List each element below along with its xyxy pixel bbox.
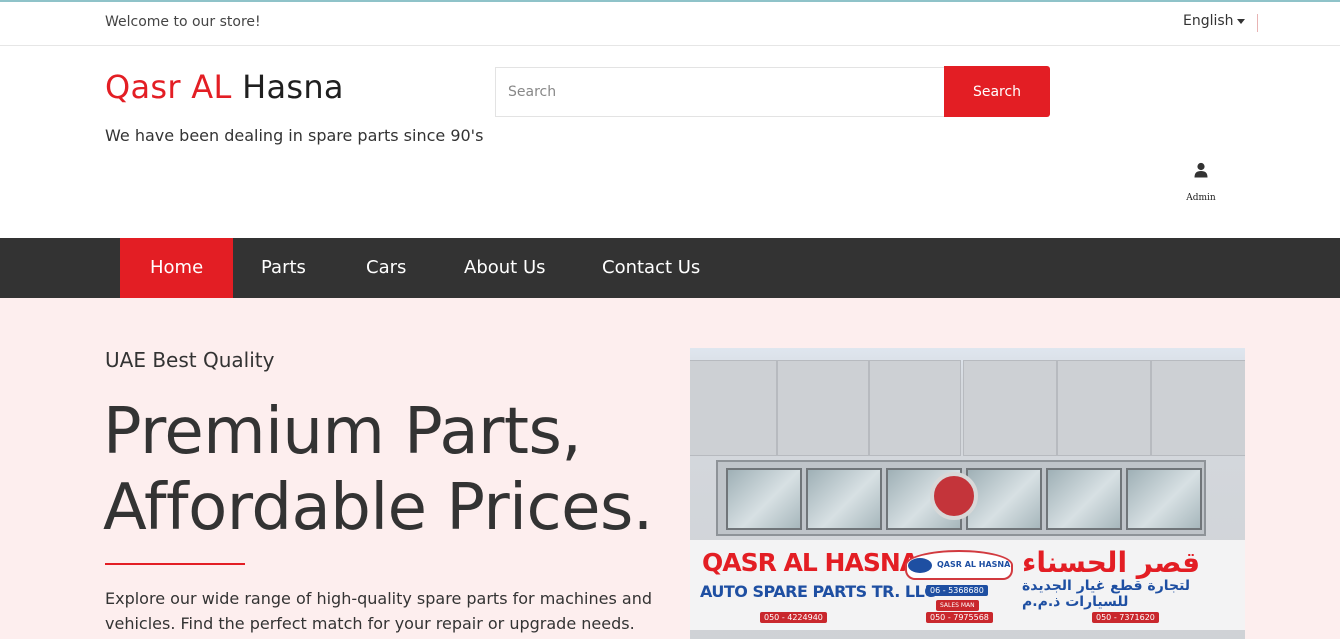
nav-item-cars[interactable]: Cars (336, 238, 436, 298)
brand-name-dark: Hasna (242, 68, 344, 106)
language-selector[interactable]: English (1183, 13, 1245, 29)
window-pane (1126, 468, 1202, 530)
sign-subtitle: AUTO SPARE PARTS TR. LLC (700, 582, 936, 601)
facade-panel (869, 360, 961, 456)
storefront-windows (716, 460, 1206, 536)
window-pane (1046, 468, 1122, 530)
nav-item-parts[interactable]: Parts (231, 238, 336, 298)
sign-phone: 050 - 7975568 (926, 612, 993, 623)
nav-item-about-us[interactable]: About Us (434, 238, 576, 298)
window-pane (806, 468, 882, 530)
sign-arabic-subtitle: لتجارة قطع غيار الجديدة للسيارات ذ.م.م (1022, 578, 1191, 610)
sign-sales-label: SALES MAN (936, 600, 979, 611)
sign-logo-mark (908, 558, 932, 573)
search-button[interactable]: Search (944, 66, 1050, 117)
facade-panel (690, 360, 777, 456)
brand-name-red: Qasr AL (105, 68, 232, 106)
top-bar: Welcome to our store! English (0, 0, 1340, 46)
shop-sign: QASR AL HASNA AUTO SPARE PARTS TR. LLC Q… (690, 540, 1245, 630)
hero-section: UAE Best Quality Premium Parts, Affordab… (0, 298, 1340, 639)
user-icon (1194, 162, 1208, 178)
search-input[interactable] (495, 67, 945, 117)
hero-description: Explore our wide range of high-quality s… (105, 589, 652, 633)
nav-item-contact-us[interactable]: Contact Us (572, 238, 730, 298)
facade-panel (963, 360, 1057, 456)
caret-down-icon (1236, 18, 1245, 24)
facade-panel (1057, 360, 1151, 456)
sign-logo-text: QASR AL HASNA (937, 560, 1011, 569)
account-link[interactable]: Admin (1180, 162, 1222, 203)
window-pane (726, 468, 802, 530)
storefront-image: QASR AL HASNA AUTO SPARE PARTS TR. LLC Q… (690, 348, 1245, 639)
sign-title: QASR AL HASNA (702, 548, 919, 577)
headline-line-2: Affordable Prices. (103, 471, 653, 545)
site-logo[interactable]: Qasr AL Hasna (105, 68, 344, 106)
divider (1257, 14, 1258, 32)
language-label: English (1183, 13, 1234, 29)
tagline: We have been dealing in spare parts sinc… (105, 126, 484, 145)
facade-panel (777, 360, 869, 456)
sign-phone: 050 - 4224940 (760, 612, 827, 623)
sign-phone: 06 - 5368680 (926, 585, 988, 596)
exhaust-fan (930, 472, 978, 520)
main-navigation: Home Parts Cars About Us Contact Us (0, 238, 1340, 298)
accent-divider (105, 563, 245, 565)
facade-panel (1151, 360, 1245, 456)
sign-arabic-title: قصر الحسناء (1022, 546, 1201, 579)
nav-item-home[interactable]: Home (120, 238, 234, 298)
welcome-message: Welcome to our store! (105, 14, 261, 30)
hero-headline: Premium Parts, Affordable Prices. (103, 394, 653, 546)
sign-phone: 050 - 7371620 (1092, 612, 1159, 623)
headline-line-1: Premium Parts, (103, 395, 582, 469)
hero-eyebrow: UAE Best Quality (105, 348, 275, 372)
account-label: Admin (1186, 193, 1216, 203)
